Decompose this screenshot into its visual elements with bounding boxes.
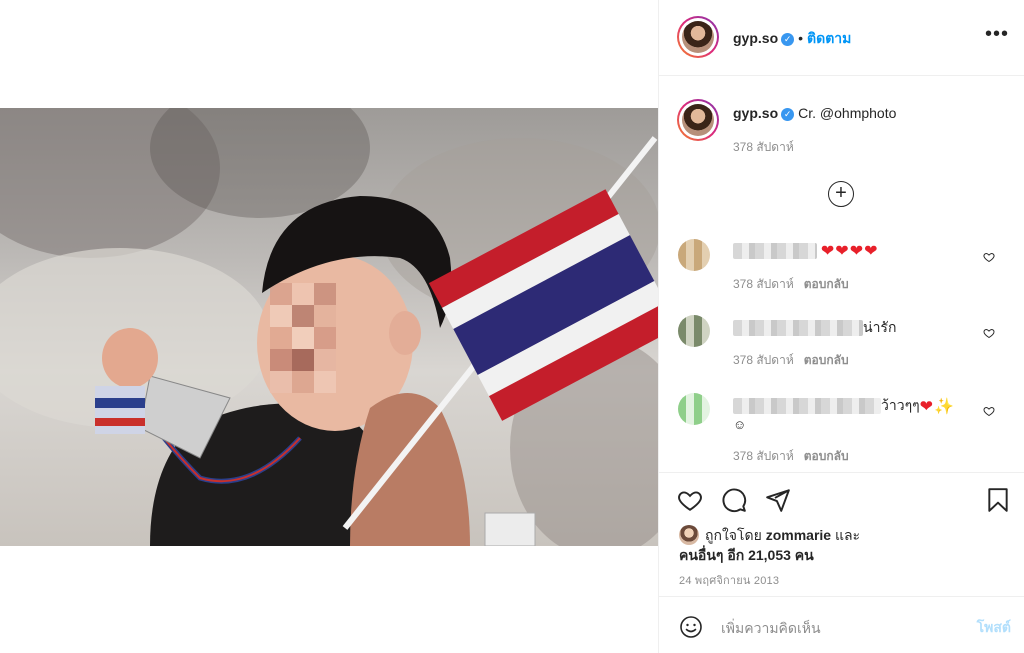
post-date[interactable]: 24 พฤศจิกายน 2013 bbox=[679, 571, 779, 589]
share-icon[interactable] bbox=[765, 487, 791, 513]
comment-body: น่ารัก bbox=[863, 319, 897, 335]
comment-icon[interactable] bbox=[721, 487, 747, 513]
comment-like-icon[interactable] bbox=[983, 327, 995, 339]
follow-button[interactable]: ติดตาม bbox=[807, 30, 851, 46]
blurred-username[interactable] bbox=[733, 320, 863, 337]
post-actions: ถูกใจโดย zommarie และ คนอื่นๆ อีก 21,053… bbox=[659, 472, 1024, 596]
comment-body: ว้าวๆๆ bbox=[881, 397, 920, 413]
reply-button[interactable]: ตอบกลับ bbox=[804, 277, 849, 291]
post-photo[interactable] bbox=[0, 108, 658, 546]
comments-area: gyp.so ✓ Cr. @ohmphoto 378 สัปดาห์ + ❤❤❤❤ … bbox=[659, 77, 1024, 472]
comment-emoji: ❤✨ bbox=[919, 398, 955, 416]
comment-time: 378 สัปดาห์ bbox=[733, 353, 794, 367]
header-user-line: gyp.so ✓ • ติดตาม bbox=[733, 28, 851, 50]
comment-avatar[interactable] bbox=[678, 239, 710, 271]
comment-time: 378 สัปดาห์ bbox=[733, 277, 794, 291]
comment-meta: 378 สัปดาห์ ตอบกลับ bbox=[733, 351, 849, 370]
likes-and: และ bbox=[834, 527, 861, 543]
verified-icon: ✓ bbox=[781, 107, 795, 121]
header-username[interactable]: gyp.so bbox=[733, 30, 778, 46]
comment-extra-emoji: ☺ bbox=[733, 417, 747, 432]
add-comment-bar: โพสต์ bbox=[659, 596, 1024, 653]
load-more-comments-button[interactable]: + bbox=[828, 181, 854, 207]
bookmark-icon[interactable] bbox=[985, 487, 1011, 513]
emoji-icon[interactable] bbox=[679, 615, 703, 639]
photo-area bbox=[0, 0, 658, 653]
caption: gyp.so ✓ Cr. @ohmphoto bbox=[733, 105, 896, 121]
comment-meta: 378 สัปดาห์ ตอบกลับ bbox=[733, 447, 849, 466]
post-comment-button[interactable]: โพสต์ bbox=[977, 617, 1011, 639]
blurred-username[interactable] bbox=[733, 398, 881, 415]
comment-emoji: ❤❤❤❤ bbox=[820, 243, 879, 260]
caption-text: Cr. @ohmphoto bbox=[798, 105, 897, 121]
more-icon[interactable]: ••• bbox=[985, 24, 1009, 44]
reply-button[interactable]: ตอบกลับ bbox=[804, 449, 849, 463]
comment-avatar[interactable] bbox=[678, 393, 710, 425]
reply-button[interactable]: ตอบกลับ bbox=[804, 353, 849, 367]
comment-avatar[interactable] bbox=[678, 315, 710, 347]
comment-meta: 378 สัปดาห์ ตอบกลับ bbox=[733, 275, 849, 294]
verified-icon: ✓ bbox=[781, 32, 795, 46]
heart-icon[interactable] bbox=[677, 487, 703, 513]
comment-input[interactable] bbox=[721, 617, 951, 639]
blurred-username[interactable] bbox=[733, 243, 817, 259]
comment-text: ❤❤❤❤ bbox=[733, 241, 879, 261]
caption-avatar[interactable] bbox=[677, 99, 719, 141]
likes-text: ถูกใจโดย zommarie และ คนอื่นๆ อีก 21,053… bbox=[679, 525, 999, 565]
caption-username[interactable]: gyp.so bbox=[733, 105, 778, 121]
post-side-panel: gyp.so ✓ • ติดตาม ••• gyp.so ✓ Cr. @ohmphoto … bbox=[658, 0, 1024, 653]
comment-like-icon[interactable] bbox=[983, 251, 995, 263]
comment-time: 378 สัปดาห์ bbox=[733, 449, 794, 463]
liker-username[interactable]: zommarie bbox=[766, 527, 831, 543]
header-avatar[interactable] bbox=[677, 16, 719, 58]
comment-text: น่ารัก bbox=[733, 317, 896, 339]
photo-illustration bbox=[0, 108, 658, 546]
comment-like-icon[interactable] bbox=[983, 405, 995, 417]
caption-time: 378 สัปดาห์ bbox=[733, 140, 794, 154]
comment-text: ว้าวๆๆ❤✨ bbox=[733, 395, 955, 417]
separator-dot: • bbox=[798, 30, 804, 46]
likes-count-link[interactable]: คนอื่นๆ อีก 21,053 คน bbox=[679, 547, 814, 563]
likes-prefix: ถูกใจโดย bbox=[705, 527, 762, 543]
post-header: gyp.so ✓ • ติดตาม ••• bbox=[659, 0, 1024, 76]
